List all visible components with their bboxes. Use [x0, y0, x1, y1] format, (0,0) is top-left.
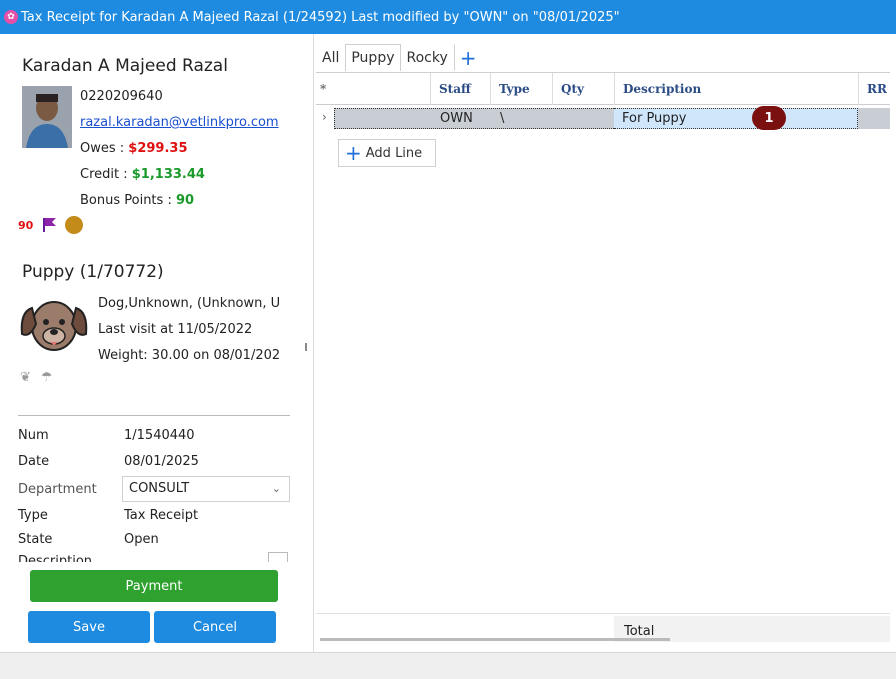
- status-bar: [0, 652, 896, 679]
- total-row: Total: [316, 613, 890, 642]
- app-paw-icon: ✿: [4, 10, 18, 24]
- add-line-label: Add Line: [365, 145, 423, 161]
- pet-tabs: All Puppy Rocky +: [316, 44, 483, 71]
- state-value: Open: [124, 532, 159, 547]
- add-line-button[interactable]: + Add Line: [338, 139, 436, 167]
- bonus-value: 90: [175, 193, 195, 208]
- num-label: Num: [18, 428, 49, 443]
- col-staff[interactable]: Staff: [430, 73, 490, 105]
- tab-puppy[interactable]: Puppy: [345, 44, 401, 71]
- type-value: Tax Receipt: [124, 508, 199, 523]
- owes-line: Owes : $299.35: [80, 141, 188, 156]
- flag-icon[interactable]: [41, 217, 57, 233]
- num-value: 1/1540440: [124, 428, 195, 443]
- table-row[interactable]: › OWN \ For Puppy: [316, 106, 890, 130]
- title-bar: ✿ Tax Receipt for Karadan A Majeed Razal…: [0, 0, 896, 34]
- col-rr[interactable]: RR: [858, 73, 890, 105]
- owner-phone: 0220209640: [80, 89, 163, 104]
- type-cell[interactable]: \: [500, 111, 504, 126]
- tab-rocky[interactable]: Rocky: [401, 44, 454, 71]
- dog-icon: [18, 294, 90, 356]
- payment-button[interactable]: Payment: [30, 570, 278, 602]
- line-items-grid: * Staff Type Qty Description RR › OWN \ …: [316, 72, 890, 650]
- window-title: Tax Receipt for Karadan A Majeed Razal (…: [21, 9, 620, 25]
- credit-label: Credit :: [80, 167, 132, 182]
- lotus-icon[interactable]: ❦: [20, 370, 31, 385]
- pet-last-visit: Last visit at 11/05/2022: [98, 322, 253, 337]
- pet-weight: Weight: 30.00 on 08/01/202: [98, 348, 281, 363]
- col-star[interactable]: *: [316, 73, 334, 105]
- save-button[interactable]: Save: [28, 611, 150, 643]
- grid-header: * Staff Type Qty Description RR: [316, 73, 890, 105]
- col-qty[interactable]: Qty: [552, 73, 614, 105]
- staff-cell[interactable]: OWN: [440, 111, 473, 126]
- description-label: Description: [18, 554, 93, 562]
- pet-name: Puppy (1/70772): [22, 262, 164, 282]
- department-value: CONSULT: [129, 481, 190, 496]
- coin-icon[interactable]: [65, 216, 84, 234]
- owner-email-link[interactable]: razal.karadan@vetlinkpro.com: [80, 115, 279, 130]
- date-value: 08/01/2025: [124, 454, 199, 469]
- date-label: Date: [18, 454, 50, 469]
- department-label: Department: [18, 482, 97, 497]
- owner-avatar: [22, 86, 72, 148]
- umbrella-icon[interactable]: ☂: [41, 370, 53, 385]
- owner-name: Karadan A Majeed Razal: [22, 56, 228, 76]
- total-rr-cell: [858, 616, 890, 642]
- owner-flags: 90: [18, 216, 84, 234]
- department-select[interactable]: CONSULT ⌄: [122, 476, 290, 502]
- section-divider: [18, 415, 290, 416]
- description-field[interactable]: [268, 552, 288, 562]
- panel-splitter[interactable]: [313, 34, 314, 652]
- col-type[interactable]: Type: [490, 73, 546, 105]
- bonus-label: Bonus Points :: [80, 193, 176, 208]
- state-label: State: [18, 532, 53, 547]
- col-description[interactable]: Description: [614, 73, 858, 105]
- bonus-line: Bonus Points : 90: [80, 193, 194, 208]
- add-tab-button[interactable]: +: [453, 44, 483, 71]
- flag-number: 90: [18, 218, 34, 232]
- tab-all[interactable]: All: [316, 44, 345, 71]
- rr-cell[interactable]: [858, 108, 890, 129]
- row-pointer-icon: ›: [322, 110, 327, 124]
- splitter-grip[interactable]: [305, 343, 307, 351]
- pet-species-line: Dog,Unknown, (Unknown, U: [98, 296, 281, 311]
- owes-label: Owes :: [80, 141, 129, 156]
- type-label: Type: [18, 508, 48, 523]
- pet-status-icons: ❦ ☂: [20, 370, 53, 385]
- row-selection: [334, 108, 616, 129]
- owes-value: $299.35: [128, 141, 188, 156]
- cancel-button[interactable]: Cancel: [154, 611, 276, 643]
- step-badge: 1: [752, 106, 786, 130]
- credit-value: $1,133.44: [131, 167, 205, 182]
- horizontal-scrollbar[interactable]: [320, 638, 670, 641]
- plus-icon: +: [345, 141, 362, 165]
- left-panel: Karadan A Majeed Razal 0220209640 razal.…: [8, 34, 308, 652]
- description-text[interactable]: For Puppy: [622, 111, 687, 126]
- credit-line: Credit : $1,133.44: [80, 167, 205, 182]
- chevron-down-icon: ⌄: [271, 482, 281, 495]
